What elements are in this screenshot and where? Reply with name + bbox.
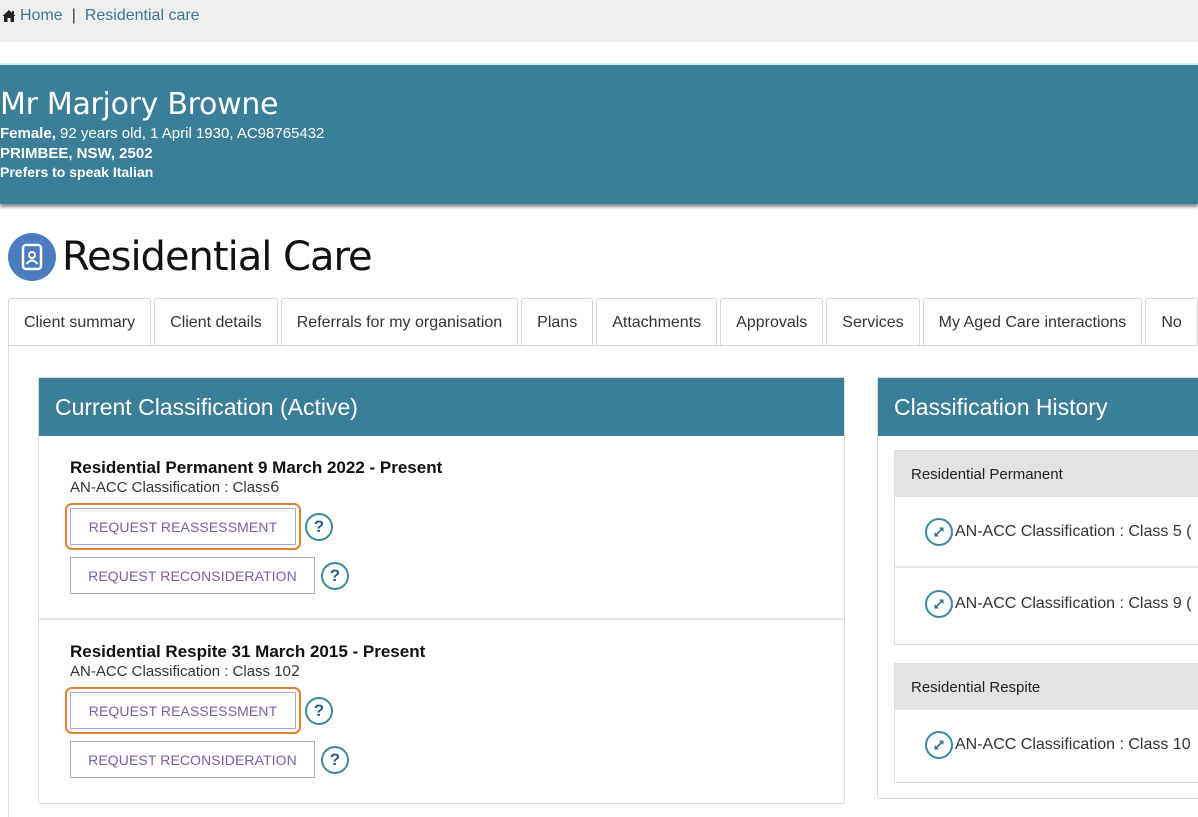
history-item-text: AN-ACC Classification : Class 9 ( (955, 594, 1192, 612)
request-reassessment-button[interactable]: REQUEST REASSESSMENT (70, 508, 296, 545)
classification-block-permanent: Residential Permanent 9 March 2022 - Pre… (39, 436, 844, 620)
expand-icon[interactable] (925, 589, 953, 618)
page-title-text: Residential Care (62, 234, 373, 280)
client-details: 92 years old, 1 April 1930, AC98765432 (55, 125, 325, 142)
classification-history-header: Classification History (878, 378, 1198, 436)
classification-class-number: 2 (290, 662, 301, 680)
help-icon[interactable]: ? (305, 512, 333, 541)
current-classification-panel: Current Classification (Active) Resident… (38, 377, 845, 804)
current-classification-header: Current Classification (Active) (39, 378, 844, 436)
breadcrumb-bar: Home | Residential care (0, 0, 1198, 42)
breadcrumb-home-link[interactable]: Home (20, 7, 63, 25)
client-language: Prefers to speak Italian (0, 164, 154, 180)
home-icon[interactable] (2, 9, 16, 23)
help-icon[interactable]: ? (321, 745, 349, 774)
classification-title: Residential Permanent 9 March 2022 - Pre… (70, 458, 443, 477)
reassess-row: REQUEST REASSESSMENT ? (70, 508, 333, 545)
reassess-row: REQUEST REASSESSMENT ? (70, 692, 333, 729)
classification-label: AN-ACC Classification : Class (70, 479, 271, 496)
request-reconsideration-button[interactable]: REQUEST RECONSIDERATION (70, 557, 315, 594)
client-document-icon (8, 233, 56, 281)
client-demographics: Female, 92 years old, 1 April 1930, AC98… (0, 125, 324, 142)
history-item-text: AN-ACC Classification : Class 10 (955, 736, 1191, 753)
request-reassessment-button[interactable]: REQUEST REASSESSMENT (70, 692, 296, 729)
help-icon[interactable]: ? (321, 561, 349, 590)
expand-icon[interactable] (925, 731, 953, 759)
client-gender: Female, (0, 125, 56, 142)
help-icon[interactable]: ? (305, 696, 333, 725)
tab-services[interactable]: Services (826, 298, 920, 346)
history-item[interactable]: AN-ACC Classification : Class 10 (895, 710, 1198, 780)
classification-label: AN-ACC Classification : Class 10 (70, 663, 291, 680)
tab-client-details[interactable]: Client details (154, 298, 278, 346)
history-item-text: AN-ACC Classification : Class 5 ( (955, 522, 1192, 540)
tab-bar: Client summary Client details Referrals … (8, 298, 1198, 347)
tab-referrals[interactable]: Referrals for my organisation (280, 298, 519, 346)
tab-plans[interactable]: Plans (521, 298, 594, 346)
tab-my-aged-care-interactions[interactable]: My Aged Care interactions (922, 298, 1143, 346)
classification-class-number: 6 (270, 478, 280, 496)
classification-subtitle: AN-ACC Classification : Class 102 (70, 662, 300, 680)
history-group-respite: Residential Respite AN-ACC Classificatio… (894, 663, 1198, 783)
history-item[interactable]: AN-ACC Classification : Class 5 ( (895, 497, 1198, 568)
tab-approvals[interactable]: Approvals (720, 298, 824, 346)
reconsider-row: REQUEST RECONSIDERATION ? (70, 557, 349, 594)
page-title: Residential Care (8, 233, 373, 281)
breadcrumb-separator: | (71, 7, 76, 24)
tab-attachments[interactable]: Attachments (596, 298, 718, 346)
classification-subtitle: AN-ACC Classification : Class6 (70, 478, 280, 496)
request-reconsideration-button[interactable]: REQUEST RECONSIDERATION (70, 741, 315, 778)
client-banner: Mr Marjory Browne Female, 92 years old, … (0, 63, 1198, 204)
history-group-header: Residential Respite (895, 664, 1198, 710)
client-address: PRIMBEE, NSW, 2502 (0, 145, 153, 162)
classification-title: Residential Respite 31 March 2015 - Pres… (70, 642, 426, 661)
reconsider-row: REQUEST RECONSIDERATION ? (70, 741, 349, 778)
history-group-permanent: Residential Permanent AN-ACC Classificat… (894, 450, 1198, 645)
breadcrumb-current-link[interactable]: Residential care (85, 7, 200, 25)
breadcrumb: Home | Residential care (2, 7, 200, 25)
tab-client-summary[interactable]: Client summary (8, 298, 152, 347)
client-name: Mr Marjory Browne (0, 87, 279, 122)
history-item[interactable]: AN-ACC Classification : Class 9 ( (895, 568, 1198, 639)
tab-notes[interactable]: No (1145, 298, 1198, 346)
history-group-header: Residential Permanent (895, 451, 1198, 497)
classification-block-respite: Residential Respite 31 March 2015 - Pres… (39, 620, 844, 804)
classification-history-panel: Classification History Residential Perma… (877, 377, 1198, 799)
expand-icon[interactable] (925, 517, 953, 546)
